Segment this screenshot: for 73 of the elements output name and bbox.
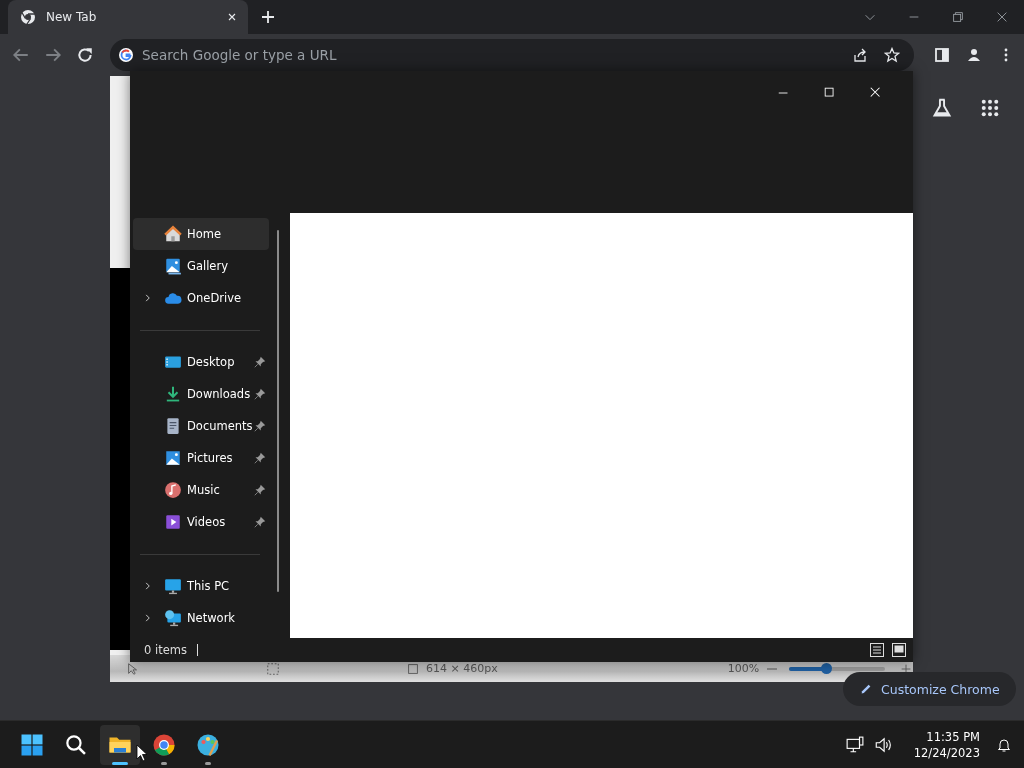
chevron-right-icon	[143, 293, 153, 303]
sidebar-item[interactable]: Documents	[133, 410, 269, 442]
pin-icon	[254, 484, 266, 496]
palette-icon	[196, 732, 220, 757]
gallery-icon	[164, 257, 182, 275]
sidebar-item[interactable]: Videos	[133, 506, 269, 538]
download-icon	[164, 385, 182, 403]
address-bar[interactable]: Search Google or type a URL	[110, 39, 914, 71]
pin-icon	[254, 452, 266, 464]
star-icon	[884, 47, 900, 63]
canvas-size: 614 × 460px	[426, 662, 498, 675]
chevron-right-icon	[143, 613, 153, 623]
profile-icon	[966, 47, 982, 63]
share-icon	[852, 47, 868, 63]
flask-icon	[931, 97, 953, 119]
canvas-size-icon	[406, 661, 420, 676]
bell-icon	[996, 736, 1012, 753]
sidebar-item[interactable]: Gallery	[133, 250, 269, 282]
item-count: 0 items	[144, 643, 187, 657]
pin-icon	[254, 420, 266, 432]
maximize-icon	[823, 86, 837, 100]
zoom-slider[interactable]	[789, 666, 885, 671]
picture-icon	[164, 449, 182, 467]
chrome-logo-icon	[20, 9, 36, 25]
home-icon	[164, 225, 182, 243]
sidebar-item[interactable]: Music	[133, 474, 269, 506]
sidebar-item[interactable]: This PC	[133, 570, 269, 602]
plus-icon	[260, 9, 276, 25]
close-icon	[226, 11, 238, 23]
mouse-pointer-icon	[136, 744, 148, 762]
pin-icon	[254, 388, 266, 400]
customize-chrome-button[interactable]: Customize Chrome	[843, 672, 1016, 706]
document-icon	[164, 417, 182, 435]
close-icon	[995, 10, 1009, 24]
sidebar-item[interactable]: Desktop	[133, 346, 269, 378]
close-icon	[869, 86, 883, 100]
back-icon	[12, 46, 30, 64]
network-status-icon	[845, 735, 864, 754]
cursor-icon	[126, 661, 140, 676]
selection-icon	[266, 661, 280, 676]
pin-icon	[254, 356, 266, 368]
clock-time: 11:35 PM	[926, 728, 980, 745]
browser-tab[interactable]: New Tab	[8, 0, 248, 34]
video-icon	[164, 513, 182, 531]
zoom-out-icon	[767, 667, 778, 670]
sidebar-item[interactable]: Pictures	[133, 442, 269, 474]
windows-logo-icon	[20, 732, 44, 757]
network-icon	[164, 609, 182, 627]
volume-icon	[873, 735, 892, 754]
google-logo-icon	[118, 47, 134, 63]
sidebar-item[interactable]: Network	[133, 602, 269, 634]
pin-icon	[254, 516, 266, 528]
chrome-logo-icon	[152, 732, 176, 757]
sidebar-item[interactable]: OneDrive	[133, 282, 269, 314]
side-panel-icon	[934, 47, 950, 63]
apps-grid-icon	[980, 98, 1000, 118]
reload-icon	[76, 46, 94, 64]
address-input[interactable]: Search Google or type a URL	[142, 47, 844, 63]
sidebar-item[interactable]: Home	[133, 218, 269, 250]
sidebar-item[interactable]: Downloads	[133, 378, 269, 410]
clock-date: 12/24/2023	[913, 744, 980, 761]
chevron-right-icon	[143, 581, 153, 591]
tab-title: New Tab	[46, 10, 98, 24]
forward-icon	[44, 46, 62, 64]
tiles-view-icon	[891, 642, 907, 658]
desktop-icon	[164, 353, 182, 371]
monitor-icon	[164, 577, 182, 595]
taskbar-app[interactable]	[100, 724, 140, 765]
search-icon	[65, 733, 87, 756]
details-view-icon	[869, 642, 885, 658]
zoom-level: 100%	[727, 662, 760, 675]
restore-icon	[951, 10, 965, 24]
music-icon	[164, 481, 182, 499]
